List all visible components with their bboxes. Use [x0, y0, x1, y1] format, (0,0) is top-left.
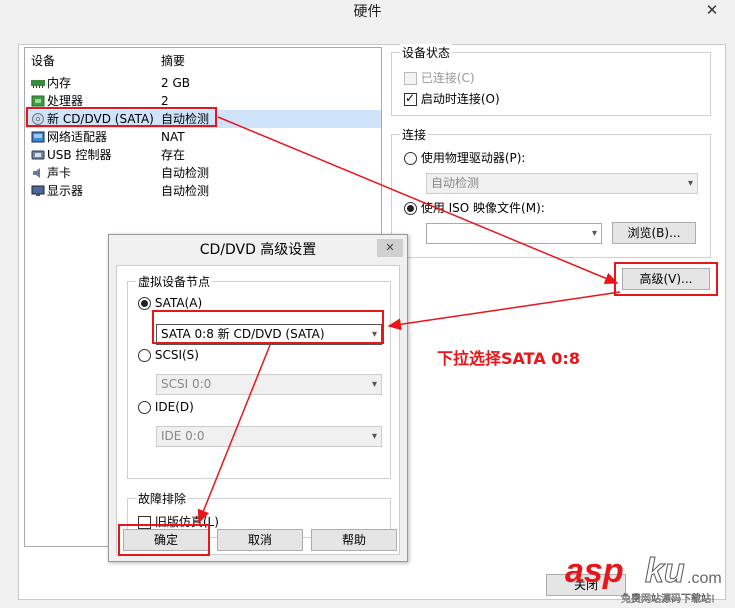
device-name: 声卡	[47, 166, 72, 180]
device-row-usb[interactable]: USB 控制器 存在	[25, 146, 381, 164]
connection-group: 连接 使用物理驱动器(P): 自动检测 ▾ 使用 ISO 映像文件(M): ▾ …	[391, 126, 711, 258]
highlight-ok-button	[118, 524, 210, 556]
iso-label: 使用 ISO 映像文件(M):	[420, 201, 545, 215]
ide-label: IDE(D)	[154, 400, 194, 414]
scsi-radio[interactable]: SCSI(S)	[138, 348, 199, 362]
close-icon[interactable]: ✕	[689, 0, 735, 20]
sata-radio[interactable]: SATA(A)	[138, 296, 202, 310]
checkmark-icon	[404, 91, 417, 106]
ide-node-select[interactable]: IDE 0:0 ▾	[156, 426, 382, 447]
device-summary: 自动检测	[161, 166, 210, 180]
close-icon[interactable]: ✕	[377, 239, 403, 257]
processor-icon	[31, 95, 45, 107]
watermark-suffix: .com	[687, 570, 722, 587]
device-status-group: 设备状态 已连接(C) 启动时连接(O)	[391, 44, 711, 116]
usb-icon	[31, 150, 45, 160]
column-header-summary[interactable]: 摘要	[161, 52, 185, 69]
troubleshooting-title: 故障排除	[136, 490, 189, 507]
physical-drive-value: 自动检测	[431, 176, 480, 190]
browse-button[interactable]: 浏览(B)...	[612, 222, 696, 244]
scsi-node-select[interactable]: SCSI 0:0 ▾	[156, 374, 382, 395]
ide-radio[interactable]: IDE(D)	[138, 400, 194, 414]
window-title: 硬件	[353, 4, 382, 20]
device-status-title: 设备状态	[400, 44, 453, 61]
radio-selected-icon	[138, 297, 151, 310]
device-name: 网络适配器	[47, 130, 108, 144]
iso-radio[interactable]: 使用 ISO 映像文件(M):	[404, 199, 545, 216]
device-row-memory[interactable]: 内存 2 GB	[25, 74, 381, 92]
device-row-sound[interactable]: 声卡 自动检测	[25, 164, 381, 182]
radio-icon	[138, 401, 151, 414]
connect-at-power-on-checkbox[interactable]: 启动时连接(O)	[404, 90, 500, 107]
radio-icon	[138, 349, 151, 362]
watermark-brand: asp	[565, 552, 624, 590]
radio-selected-icon	[404, 202, 417, 215]
chevron-down-icon: ▾	[591, 228, 597, 239]
dialog-content: 虚拟设备节点 SATA(A) SATA 0:8 新 CD/DVD (SATA) …	[116, 265, 400, 555]
sound-icon	[33, 168, 40, 178]
physical-drive-select[interactable]: 自动检测 ▾	[426, 173, 698, 194]
display-icon	[31, 185, 45, 196]
device-summary: NAT	[161, 130, 185, 144]
device-name: 内存	[47, 76, 72, 90]
chevron-down-icon: ▾	[371, 379, 377, 390]
device-summary: 存在	[161, 148, 186, 162]
checkbox-icon	[404, 72, 417, 85]
connected-checkbox[interactable]: 已连接(C)	[404, 69, 475, 86]
physical-drive-label: 使用物理驱动器(P):	[420, 151, 526, 165]
highlight-advanced-button	[614, 262, 718, 296]
window-titlebar: 硬件 ✕	[0, 0, 735, 26]
cd-dvd-advanced-dialog: CD/DVD 高级设置 ✕ 虚拟设备节点 SATA(A) SATA 0:8 新 …	[108, 234, 408, 562]
device-name: USB 控制器	[47, 148, 112, 162]
iso-path-select[interactable]: ▾	[426, 223, 602, 244]
sata-label: SATA(A)	[154, 296, 203, 310]
dialog-title: CD/DVD 高级设置	[109, 235, 407, 265]
watermark-brand-2: ku	[645, 552, 686, 591]
scsi-label: SCSI(S)	[154, 348, 199, 362]
cancel-button[interactable]: 取消	[217, 529, 303, 551]
connection-title: 连接	[400, 126, 429, 143]
column-header-device[interactable]: 设备	[31, 52, 55, 69]
highlight-selected-device	[26, 107, 217, 127]
highlight-sata-select	[152, 310, 384, 344]
memory-icon	[31, 80, 45, 88]
device-summary: 自动检测	[161, 184, 210, 198]
device-summary: 2 GB	[161, 76, 190, 90]
network-icon	[31, 131, 45, 143]
watermark-subtitle: 免费网站源码下载站!	[621, 594, 716, 605]
connect-at-power-on-label: 启动时连接(O)	[420, 92, 500, 106]
ide-node-value: IDE 0:0	[161, 429, 205, 443]
help-button[interactable]: 帮助	[311, 529, 397, 551]
chevron-down-icon: ▾	[371, 431, 377, 442]
device-name: 显示器	[47, 184, 84, 198]
physical-drive-radio[interactable]: 使用物理驱动器(P):	[404, 149, 525, 166]
virtual-node-title: 虚拟设备节点	[136, 273, 213, 290]
scsi-node-value: SCSI 0:0	[161, 377, 212, 391]
radio-icon	[404, 152, 417, 165]
watermark: asp ku .com 免费网站源码下载站!	[565, 552, 735, 608]
chevron-down-icon: ▾	[687, 178, 693, 189]
annotation-text: 下拉选择SATA 0:8	[437, 349, 580, 368]
device-row-display[interactable]: 显示器 自动检测	[25, 182, 381, 200]
connected-label: 已连接(C)	[420, 71, 475, 85]
device-row-network[interactable]: 网络适配器 NAT	[25, 128, 381, 146]
